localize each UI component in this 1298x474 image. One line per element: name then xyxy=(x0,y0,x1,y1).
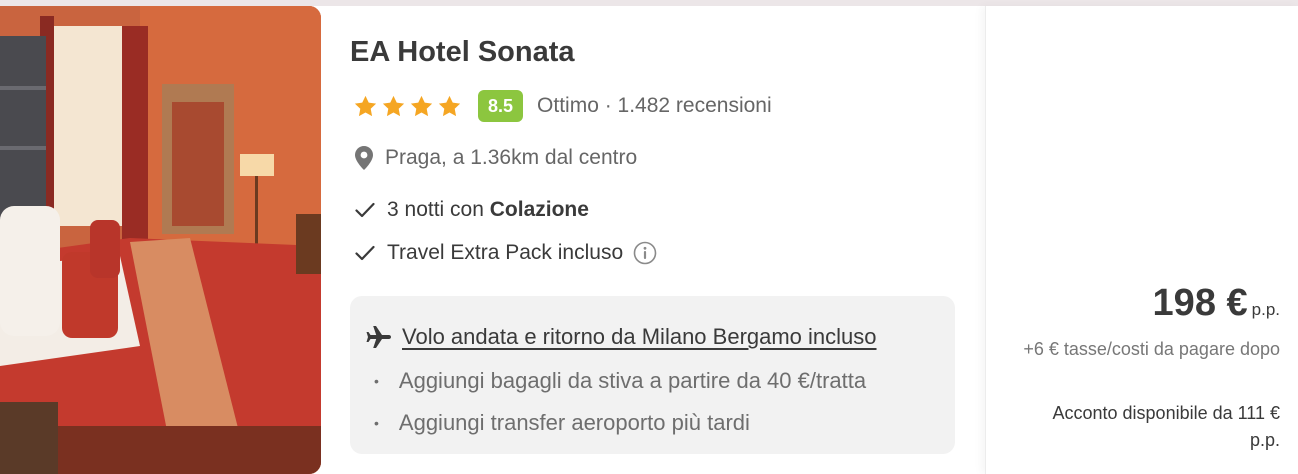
taxes-note: +6 € tasse/costi da pagare dopo xyxy=(1023,339,1280,359)
hotel-card[interactable]: EA Hotel Sonata 8.5 Ottimo · 1.482 recen… xyxy=(0,6,1298,474)
bullet: • xyxy=(374,373,379,389)
bullet: • xyxy=(374,415,379,431)
star-icon xyxy=(438,95,461,116)
deposit-note: Acconto disponibile da 111 € p.p. xyxy=(1052,403,1281,450)
rating-summary[interactable]: Ottimo · 1.482 recensioni xyxy=(537,94,772,118)
star-rating xyxy=(353,94,462,119)
location-row: Praga, a 1.36km dal centro xyxy=(355,146,637,170)
flight-row: Volo andata e ritorno da Milano Bergamo … xyxy=(366,324,877,350)
flight-link[interactable]: Volo andata e ritorno da Milano Bergamo … xyxy=(402,324,877,350)
nights-text: 3 notti con Colazione xyxy=(387,198,589,222)
price-panel: 198 € p.p. +6 € tasse/costi da pagare do… xyxy=(985,6,1298,474)
extra-pack-row: Travel Extra Pack incluso xyxy=(355,241,657,265)
check-icon xyxy=(355,245,375,261)
info-circle-icon[interactable] xyxy=(633,241,657,265)
addon-baggage-text: Aggiungi bagagli da stiva a partire da 4… xyxy=(398,368,867,393)
review-score-badge: 8.5 xyxy=(478,90,524,122)
location-text: Praga, a 1.36km dal centro xyxy=(385,146,638,169)
nights-prefix: 3 notti con xyxy=(387,198,484,221)
addon-baggage[interactable]: • Aggiungi bagagli da stiva a partire da… xyxy=(374,368,866,394)
hotel-info: EA Hotel Sonata 8.5 Ottimo · 1.482 recen… xyxy=(350,6,980,474)
extra-pack-text: Travel Extra Pack incluso xyxy=(387,241,624,264)
addon-transfer-text: Aggiungi transfer aeroporto più tardi xyxy=(398,410,750,435)
board-type: Colazione xyxy=(489,198,589,221)
airplane-icon xyxy=(366,326,391,348)
hotel-name[interactable]: EA Hotel Sonata xyxy=(350,36,575,69)
hotel-photo[interactable] xyxy=(0,6,321,474)
flight-box: Volo andata e ritorno da Milano Bergamo … xyxy=(350,296,955,454)
addon-transfer[interactable]: • Aggiungi transfer aeroporto più tardi xyxy=(374,410,750,436)
star-icon xyxy=(354,95,377,116)
check-icon xyxy=(355,202,375,218)
map-pin-icon xyxy=(355,146,373,170)
rating-row: 8.5 Ottimo · 1.482 recensioni xyxy=(353,88,772,124)
price-amount: 198 € xyxy=(1152,282,1248,324)
price-unit: p.p. xyxy=(1251,300,1280,319)
nights-row: 3 notti con Colazione xyxy=(355,198,589,222)
price-line: 198 € p.p. xyxy=(1153,282,1280,325)
star-icon xyxy=(410,95,433,116)
star-icon xyxy=(382,95,405,116)
